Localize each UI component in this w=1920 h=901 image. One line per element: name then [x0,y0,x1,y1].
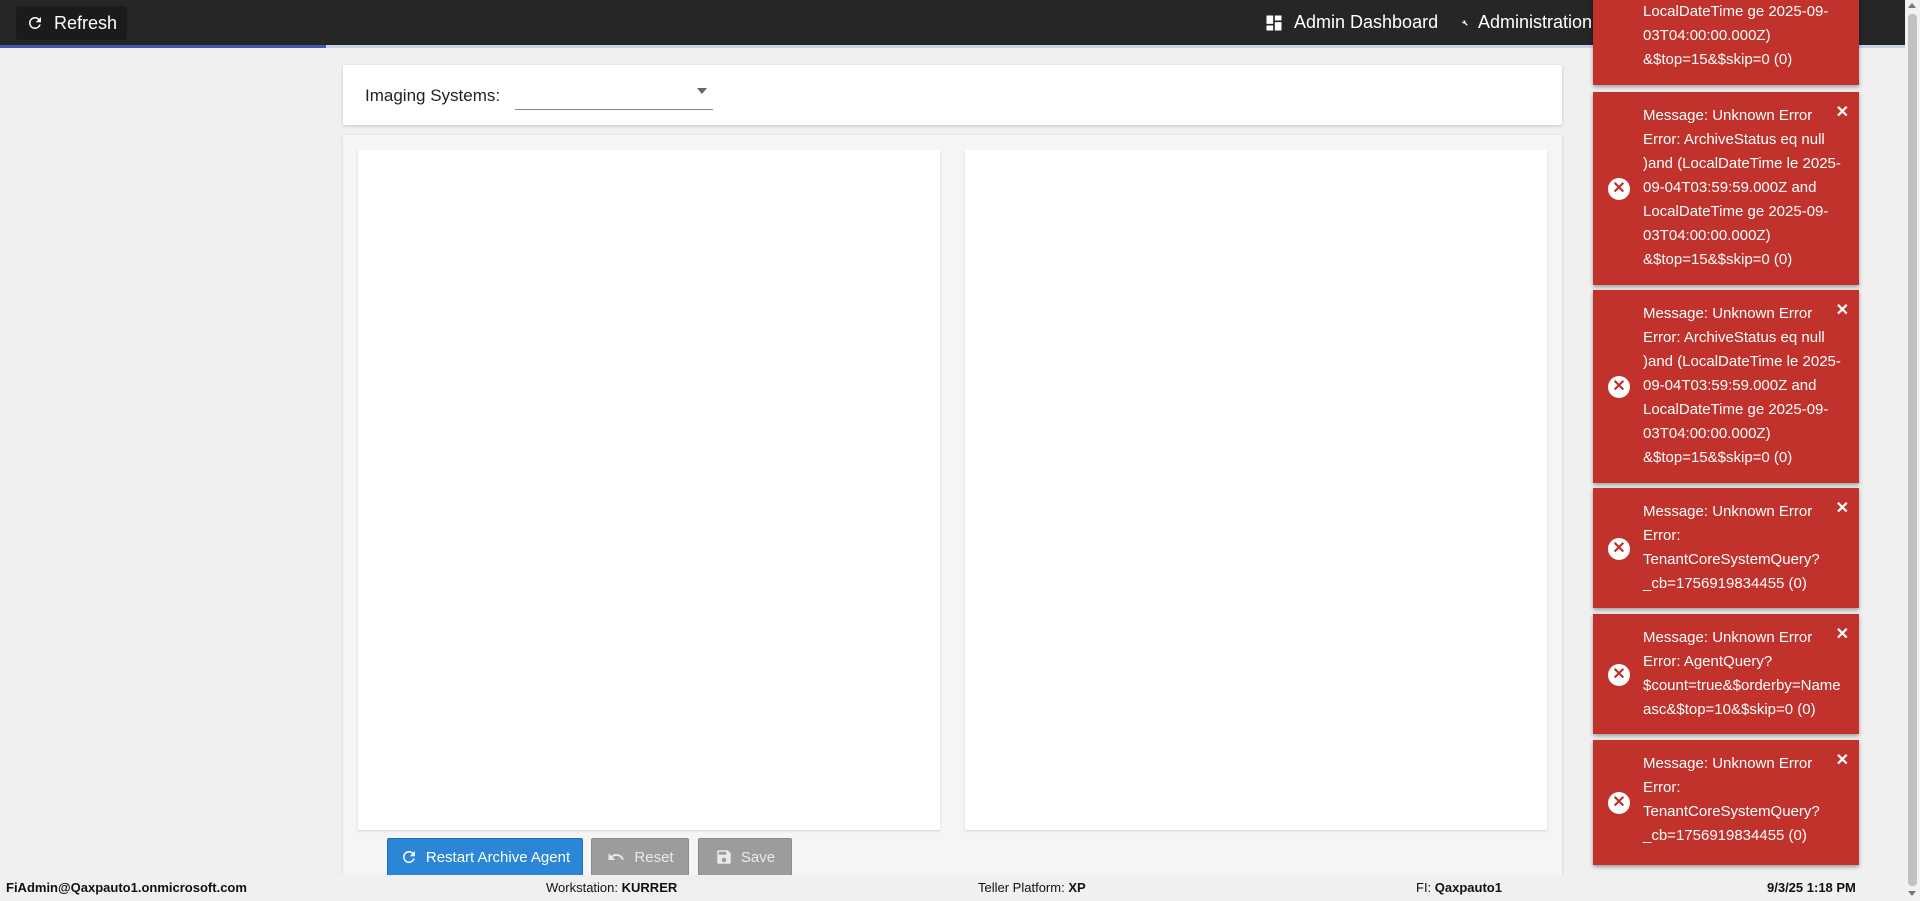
nav-administration[interactable]: Administration [1462,0,1592,45]
error-circle-icon: ✕ [1608,178,1630,200]
scroll-thumb[interactable] [1908,14,1917,886]
teller-platform-label: Teller Platform: [978,880,1065,895]
imaging-systems-select[interactable] [515,79,713,110]
scroll-up-icon[interactable] [1908,3,1916,8]
chevron-down-icon [697,88,707,94]
close-icon[interactable]: ✕ [1836,302,1849,320]
close-icon[interactable]: ✕ [1836,626,1849,644]
toast-message: Message: Unknown Error Error: TenantCore… [1643,755,1820,844]
toast-message: Message: Unknown Error Error: TenantCore… [1643,503,1820,592]
right-panel [965,150,1547,830]
wrench-icon [1462,19,1468,26]
error-toast: ✕ Message: Unknown Error Error: AgentQue… [1593,614,1859,734]
close-icon[interactable]: ✕ [1836,500,1849,518]
toast-message: Message: Unknown Error Error: ArchiveSta… [1643,305,1841,466]
status-fi: FI: Qaxpauto1 [1416,880,1502,895]
error-circle-icon: ✕ [1608,376,1630,398]
refresh-icon [29,17,41,29]
error-toast: LocalDateTime ge 2025-09-03T04:00:00.000… [1593,0,1859,85]
page-scrollbar[interactable] [1905,0,1920,901]
error-circle-icon: ✕ [1608,792,1630,814]
error-circle-icon: ✕ [1608,538,1630,560]
error-toast: ✕ Message: Unknown Error Error: TenantCo… [1593,740,1859,865]
toast-message: Message: Unknown Error Error: ArchiveSta… [1643,107,1841,268]
loading-progress-fill [0,45,327,48]
workstation-value: KURRER [621,880,678,895]
save-button[interactable]: Save [698,838,792,876]
left-panel [358,150,940,830]
imaging-systems-label: Imaging Systems: [365,86,501,105]
main-content-card [343,135,1562,875]
status-bar: FiAdmin@Qaxpauto1.onmicrosoft.com Workst… [0,875,1905,901]
error-circle-icon: ✕ [1608,664,1630,686]
nav-administration-label: Administration [1477,12,1592,32]
restart-archive-agent-label: Restart Archive Agent [425,848,571,866]
restart-archive-agent-button[interactable]: Restart Archive Agent [387,838,583,876]
status-datetime: 9/3/25 1:18 PM [1767,880,1856,895]
filter-card: Imaging Systems: [343,65,1562,125]
fi-value: Qaxpauto1 [1434,880,1502,895]
status-teller-platform: Teller Platform: XP [978,880,1086,895]
toast-message: LocalDateTime ge 2025-09-03T04:00:00.000… [1643,3,1829,68]
nav-admin-dashboard-label: Admin Dashboard [1294,12,1439,32]
error-toast: ✕ Message: Unknown Error Error: TenantCo… [1593,488,1859,608]
reset-label: Reset [634,848,674,866]
status-workstation: Workstation: KURRER [546,880,677,895]
workstation-label: Workstation: [546,880,619,895]
scroll-down-icon[interactable] [1908,891,1916,896]
close-icon[interactable]: ✕ [1836,104,1849,122]
reset-button[interactable]: Reset [591,838,689,876]
nav-admin-dashboard[interactable]: Admin Dashboard [1264,0,1438,45]
refresh-label: Refresh [54,12,118,33]
status-user: FiAdmin@Qaxpauto1.onmicrosoft.com [6,880,247,895]
error-toast: ✕ Message: Unknown Error Error: ArchiveS… [1593,92,1859,285]
floppy-icon [717,850,731,864]
teller-platform-value: XP [1068,880,1086,895]
fi-label: FI: [1416,880,1432,895]
save-label: Save [740,848,776,866]
close-icon[interactable]: ✕ [1836,752,1849,770]
toast-message: Message: Unknown Error Error: AgentQuery… [1643,629,1841,718]
refresh-icon [402,851,415,863]
error-toast: ✕ Message: Unknown Error Error: ArchiveS… [1593,290,1859,483]
dashboard-icon [1266,15,1282,30]
refresh-button[interactable]: Refresh [16,6,128,40]
undo-icon [608,853,625,860]
